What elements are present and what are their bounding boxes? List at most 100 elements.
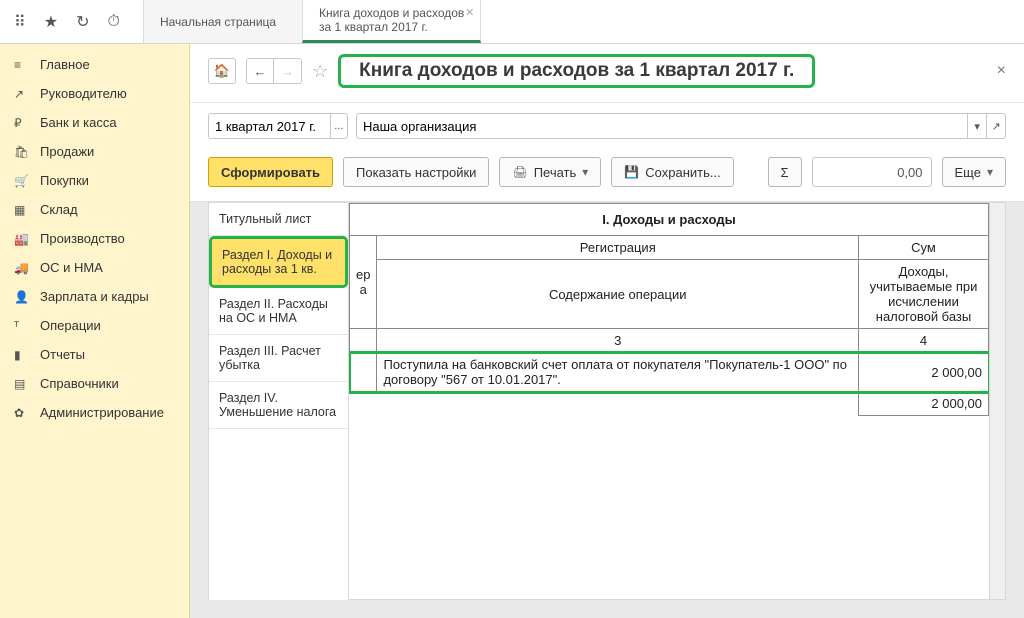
cell-amount: 2 000,00 — [859, 353, 989, 392]
gear-icon: ✿ — [14, 406, 30, 420]
ruble-icon: ₽ — [14, 116, 30, 130]
cell-empty — [377, 392, 859, 416]
sidebar-item-operations[interactable]: ᵀОперации — [0, 311, 189, 340]
bar-chart-icon: ▮ — [14, 348, 30, 362]
sidebar-item-production[interactable]: 🏭 Производство — [0, 224, 189, 253]
nav-group: ← → — [246, 58, 302, 84]
org-input[interactable] — [357, 119, 967, 134]
col-empty — [350, 329, 377, 353]
top-icons: ⠿ ★ ↻ ⏱ — [0, 0, 134, 43]
forward-button[interactable]: → — [274, 58, 302, 84]
show-settings-button[interactable]: Показать настройки — [343, 157, 489, 187]
table-row[interactable]: Поступила на банковский счет оплата от п… — [350, 353, 989, 392]
section-title-page[interactable]: Титульный лист — [209, 203, 348, 236]
tab-label: Начальная страница — [160, 15, 286, 29]
sidebar-item-main[interactable]: ≡Главное — [0, 50, 189, 79]
star-icon[interactable]: ★ — [44, 12, 58, 32]
sidebar-item-payroll[interactable]: 👤 Зарплата и кадры — [0, 282, 189, 311]
sum-button[interactable]: Σ — [768, 157, 802, 187]
col-header: ера — [350, 236, 377, 329]
table-total-row: 2 000,00 — [350, 392, 989, 416]
menu-icon: ≡ — [14, 58, 30, 72]
body: ≡Главное ↗Руководителю ₽Банк и касса 🛍Пр… — [0, 44, 1024, 618]
close-icon[interactable]: ✕ — [465, 6, 474, 19]
floppy-icon: 💾 — [624, 165, 639, 179]
period-input[interactable] — [209, 119, 330, 134]
apps-icon[interactable]: ⠿ — [14, 12, 26, 32]
person-icon: 👤 — [14, 290, 30, 304]
col-header-income: Доходы, учитываемые при исчислении налог… — [859, 260, 989, 329]
sidebar-item-bank[interactable]: ₽Банк и касса — [0, 108, 189, 137]
period-field[interactable]: ... — [208, 113, 348, 139]
sidebar-item-label: Склад — [40, 202, 78, 217]
sidebar-item-assets[interactable]: 🚚 ОС и НМА — [0, 253, 189, 282]
grid-heading: I. Доходы и расходы — [350, 204, 989, 236]
button-label: Печать — [534, 165, 577, 180]
grid-wrap[interactable]: I. Доходы и расходы ера Регистрация Сум … — [349, 202, 990, 600]
sidebar-item-purchases[interactable]: 🛒 Покупки — [0, 166, 189, 195]
back-button[interactable]: ← — [246, 58, 274, 84]
sidebar: ≡Главное ↗Руководителю ₽Банк и касса 🛍Пр… — [0, 44, 190, 618]
cell-operation-text: Поступила на банковский счет оплата от п… — [377, 353, 859, 392]
list-icon: ▤ — [14, 377, 30, 391]
button-label: Показать настройки — [356, 165, 476, 180]
section-loss-calc[interactable]: Раздел III. Расчет убытка — [209, 335, 348, 382]
button-label: Сохранить... — [645, 165, 720, 180]
section-asset-expense[interactable]: Раздел II. Расходы на ОС и НМА — [209, 288, 348, 335]
tab-home[interactable]: Начальная страница — [143, 0, 303, 43]
sidebar-item-label: ОС и НМА — [40, 260, 103, 275]
more-button[interactable]: Еще▾ — [942, 157, 1006, 187]
period-picker-button[interactable]: ... — [330, 114, 347, 138]
report-grid: I. Доходы и расходы ера Регистрация Сум … — [349, 203, 989, 416]
sidebar-item-label: Операции — [40, 318, 101, 333]
bag-icon: 🛍 — [14, 145, 30, 159]
button-label: Сформировать — [221, 165, 320, 180]
generate-button[interactable]: Сформировать — [208, 157, 333, 187]
print-button[interactable]: 🖨 Печать ▾ — [499, 157, 601, 187]
report-panel: Титульный лист Раздел I. Доходы и расход… — [190, 202, 1024, 618]
truck-icon: 🚚 — [14, 261, 30, 275]
home-button[interactable]: 🏠 — [208, 58, 236, 84]
tab-active[interactable]: Книга доходов и расходов за 1 квартал 20… — [302, 0, 481, 43]
favorite-icon[interactable]: ☆ — [312, 61, 328, 82]
col-header-sum: Сум — [859, 236, 989, 260]
sidebar-item-label: Зарплата и кадры — [40, 289, 149, 304]
sidebar-item-reports[interactable]: ▮ Отчеты — [0, 340, 189, 369]
section-tax-reduction[interactable]: Раздел IV. Уменьшение налога — [209, 382, 348, 429]
sidebar-item-references[interactable]: ▤ Справочники — [0, 369, 189, 398]
sigma-icon: Σ — [780, 165, 788, 180]
col-label: ер — [356, 267, 370, 282]
report-grid-container: I. Доходы и расходы ера Регистрация Сум … — [349, 202, 1006, 600]
filter-row: ... ▾ ↗ — [190, 103, 1024, 149]
save-button[interactable]: 💾 Сохранить... — [611, 157, 733, 187]
clock-icon[interactable]: ⏱ — [107, 13, 119, 31]
col-header-operation: Содержание операции — [377, 260, 859, 329]
col-number-4: 4 — [859, 329, 989, 353]
history-icon[interactable]: ↻ — [76, 12, 89, 32]
col-number-3: 3 — [377, 329, 859, 353]
tab-sublabel: за 1 квартал 2017 г. — [319, 20, 464, 34]
chevron-down-icon: ▾ — [582, 165, 588, 179]
sidebar-item-label: Производство — [40, 231, 125, 246]
cart-icon: 🛒 — [14, 174, 30, 188]
vertical-scrollbar[interactable] — [990, 202, 1006, 600]
section-income-expense[interactable]: Раздел I. Доходы и расходы за 1 кв. — [209, 236, 348, 288]
org-open-button[interactable]: ↗ — [986, 114, 1005, 138]
page-title: Книга доходов и расходов за 1 квартал 20… — [338, 54, 815, 88]
sidebar-item-admin[interactable]: ✿ Администрирование — [0, 398, 189, 427]
sidebar-item-label: Справочники — [40, 376, 119, 391]
sidebar-item-label: Отчеты — [40, 347, 85, 362]
sidebar-item-label: Администрирование — [40, 405, 164, 420]
tabs: Начальная страница Книга доходов и расхо… — [144, 0, 481, 43]
org-field[interactable]: ▾ ↗ — [356, 113, 1006, 139]
sidebar-item-label: Покупки — [40, 173, 89, 188]
org-dropdown-button[interactable]: ▾ — [967, 114, 986, 138]
sidebar-item-manager[interactable]: ↗Руководителю — [0, 79, 189, 108]
sidebar-item-sales[interactable]: 🛍Продажи — [0, 137, 189, 166]
col-header-registration: Регистрация — [377, 236, 859, 260]
boxes-icon: ▦ — [14, 203, 30, 217]
sidebar-item-warehouse[interactable]: ▦ Склад — [0, 195, 189, 224]
printer-icon: 🖨 — [512, 165, 527, 179]
factory-icon: 🏭 — [14, 232, 30, 246]
close-page-button[interactable]: × — [997, 62, 1006, 80]
